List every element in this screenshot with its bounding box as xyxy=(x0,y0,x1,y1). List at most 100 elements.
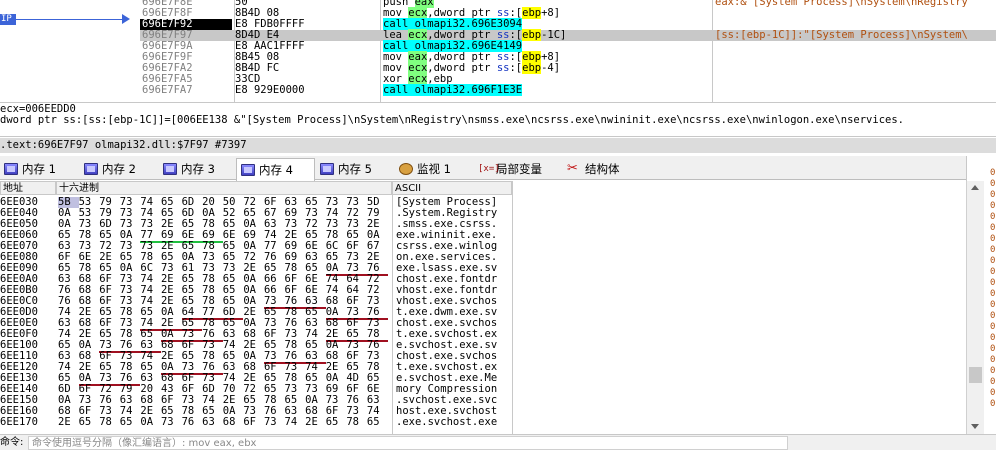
dump-address: 6EE100 xyxy=(0,340,38,351)
tab-结构体[interactable]: ✂ 结构体 xyxy=(563,158,639,180)
address-status-line: .text:696E7F97 olmapi32.dll:$7F97 #7397 xyxy=(0,138,996,153)
memory-icon xyxy=(320,163,334,175)
tab-label: 内存 5 xyxy=(338,162,372,176)
info-register-line: ecx=006EEDD0 xyxy=(0,104,76,115)
side-panel-value: 0 xyxy=(990,300,996,310)
eip-arrow-line xyxy=(16,19,124,20)
tab-内存-3[interactable]: 内存 3 xyxy=(159,158,235,180)
dump-scrollbar[interactable] xyxy=(966,181,984,434)
hex-byte[interactable]: 68 xyxy=(223,417,244,428)
hex-byte[interactable]: 73 xyxy=(264,417,285,428)
instruction-bytes: E8 929E0000 xyxy=(235,84,305,96)
side-panel-value: 0 xyxy=(990,377,996,387)
hex-byte[interactable]: 65 xyxy=(367,417,388,428)
dump-address: 6EE0A0 xyxy=(0,274,38,285)
dump-address: 6EE0D0 xyxy=(0,307,38,318)
instruction-address: 696E7FA7 xyxy=(142,84,193,96)
command-label: 命令: xyxy=(0,437,24,448)
scroll-down-icon[interactable] xyxy=(971,424,979,429)
dump-address: 6EE160 xyxy=(0,406,38,417)
locals-icon: [x=] xyxy=(478,164,500,174)
hex-byte[interactable]: 65 xyxy=(79,417,100,428)
dump-address: 6EE110 xyxy=(0,351,38,362)
scroll-up-icon[interactable] xyxy=(971,185,979,190)
side-panel-value: 0 xyxy=(990,322,996,332)
watch-icon xyxy=(399,163,413,175)
hex-byte[interactable]: 76 xyxy=(182,417,203,428)
dump-address: 6EE150 xyxy=(0,395,38,406)
eip-arrow-icon xyxy=(122,14,130,24)
disassembly-row[interactable]: 696E7FA2 8B4D FC mov ecx,dword ptr ss:[ebp… xyxy=(140,62,996,74)
hex-byte[interactable]: 65 xyxy=(120,417,141,428)
dump-row[interactable]: 6EE170 2E 65 78 65 0A 73 76 63 68 6F 73 74 2E 65 78 65 .e… xyxy=(0,417,990,428)
column-header-hex[interactable]: 十六进制 xyxy=(56,181,392,195)
tab-label: 内存 1 xyxy=(22,162,56,176)
dump-address: 6EE080 xyxy=(0,252,38,263)
tab-内存-5[interactable]: 内存 5 xyxy=(316,158,394,180)
disassembly-gutter xyxy=(0,0,140,102)
side-panel-value: 0 xyxy=(990,190,996,200)
command-bar: 命令: xyxy=(0,434,996,450)
struct-icon: ✂ xyxy=(567,161,578,176)
dump-address: 6EE0B0 xyxy=(0,285,38,296)
side-panel-value: 0 xyxy=(990,168,996,178)
side-panel-value: 0 xyxy=(990,223,996,233)
dump-hex[interactable]: 2E 65 78 65 0A 73 76 63 68 6F 73 74 2E 65 78 65 xyxy=(58,417,392,428)
disassembly-pane[interactable]: IP 696E7F8E 50 push eax eax:&"[System Proce… xyxy=(0,0,996,103)
side-panel-value: 0 xyxy=(990,278,996,288)
dump-address: 6EE030 xyxy=(0,197,38,208)
side-panel-value: 0 xyxy=(990,179,996,189)
side-panel-value: 0 xyxy=(990,256,996,266)
tab-label: 局部变量 xyxy=(496,162,542,176)
dump-address: 6EE070 xyxy=(0,241,38,252)
hex-byte[interactable]: 78 xyxy=(346,417,367,428)
side-panel-value: 0 xyxy=(990,267,996,277)
hex-byte[interactable]: 6F xyxy=(243,417,264,428)
dump-address: 6EE130 xyxy=(0,373,38,384)
eip-label: IP xyxy=(0,14,16,25)
side-panel-value: 0 xyxy=(990,355,996,365)
side-panel-value: 0 xyxy=(990,245,996,255)
scroll-thumb[interactable] xyxy=(969,367,982,383)
hex-byte[interactable]: 63 xyxy=(202,417,223,428)
memory-dump-pane[interactable]: 地址 十六进制 ASCII 6EE030 5B 53 79 73 74 65 6D 20 50 72… xyxy=(0,181,996,434)
memory-icon xyxy=(163,163,177,175)
hex-byte[interactable]: 2E xyxy=(58,417,79,428)
tab-监视-1[interactable]: 监视 1 xyxy=(395,158,473,180)
tab-label: 监视 1 xyxy=(417,162,451,176)
info-pane: ecx=006EEDD0 dword ptr ss:[ss:[ebp-1C]]=… xyxy=(0,104,996,137)
dump-address: 6EE060 xyxy=(0,230,38,241)
hex-byte[interactable]: 65 xyxy=(326,417,347,428)
side-panel-value: 0 xyxy=(990,289,996,299)
hex-byte[interactable]: 2E xyxy=(305,417,326,428)
tab-内存-1[interactable]: 内存 1 xyxy=(0,158,78,180)
side-panel-value: 0 xyxy=(990,333,996,343)
disassembly-row[interactable]: 696E7FA7 E8 929E0000 call olmapi32.696F1E3… xyxy=(140,84,996,96)
command-input[interactable] xyxy=(28,436,788,450)
column-header-address[interactable]: 地址 xyxy=(0,181,56,195)
memory-icon xyxy=(241,164,255,176)
dump-address: 6EE040 xyxy=(0,208,38,219)
tab-局部变量[interactable]: [x=] 局部变量 xyxy=(474,158,562,180)
info-memory-line: dword ptr ss:[ss:[ebp-1C]]=[006EE138 &"[… xyxy=(0,115,904,126)
hex-byte[interactable]: 0A xyxy=(140,417,161,428)
hex-byte[interactable]: 73 xyxy=(161,417,182,428)
dump-address: 6EE0F0 xyxy=(0,329,38,340)
memory-icon xyxy=(84,163,98,175)
side-panel-value: 0 xyxy=(990,399,996,409)
tab-label: 内存 3 xyxy=(181,162,215,176)
column-header-ascii[interactable]: ASCII xyxy=(392,181,512,195)
dump-address: 6EE140 xyxy=(0,384,38,395)
dump-ascii[interactable]: .exe.svchost.exe xyxy=(396,417,510,428)
tab-label: 结构体 xyxy=(585,162,620,176)
dump-address: 6EE050 xyxy=(0,219,38,230)
dump-address: 6EE170 xyxy=(0,417,38,428)
tab-内存-2[interactable]: 内存 2 xyxy=(80,158,158,180)
tab-label: 内存 4 xyxy=(259,163,293,177)
tab-label: 内存 2 xyxy=(102,162,136,176)
dump-tab-bar: 内存 1 内存 2 内存 3 内存 4 内存 5 监视 1 [x=] 局部变量 ✂ 结构体 xyxy=(0,156,996,181)
hex-byte[interactable]: 74 xyxy=(285,417,306,428)
tab-内存-4[interactable]: 内存 4 xyxy=(236,158,315,181)
instruction-comment: eax:&"[System Process]\nSystem\nRegistry xyxy=(715,0,968,8)
hex-byte[interactable]: 78 xyxy=(99,417,120,428)
